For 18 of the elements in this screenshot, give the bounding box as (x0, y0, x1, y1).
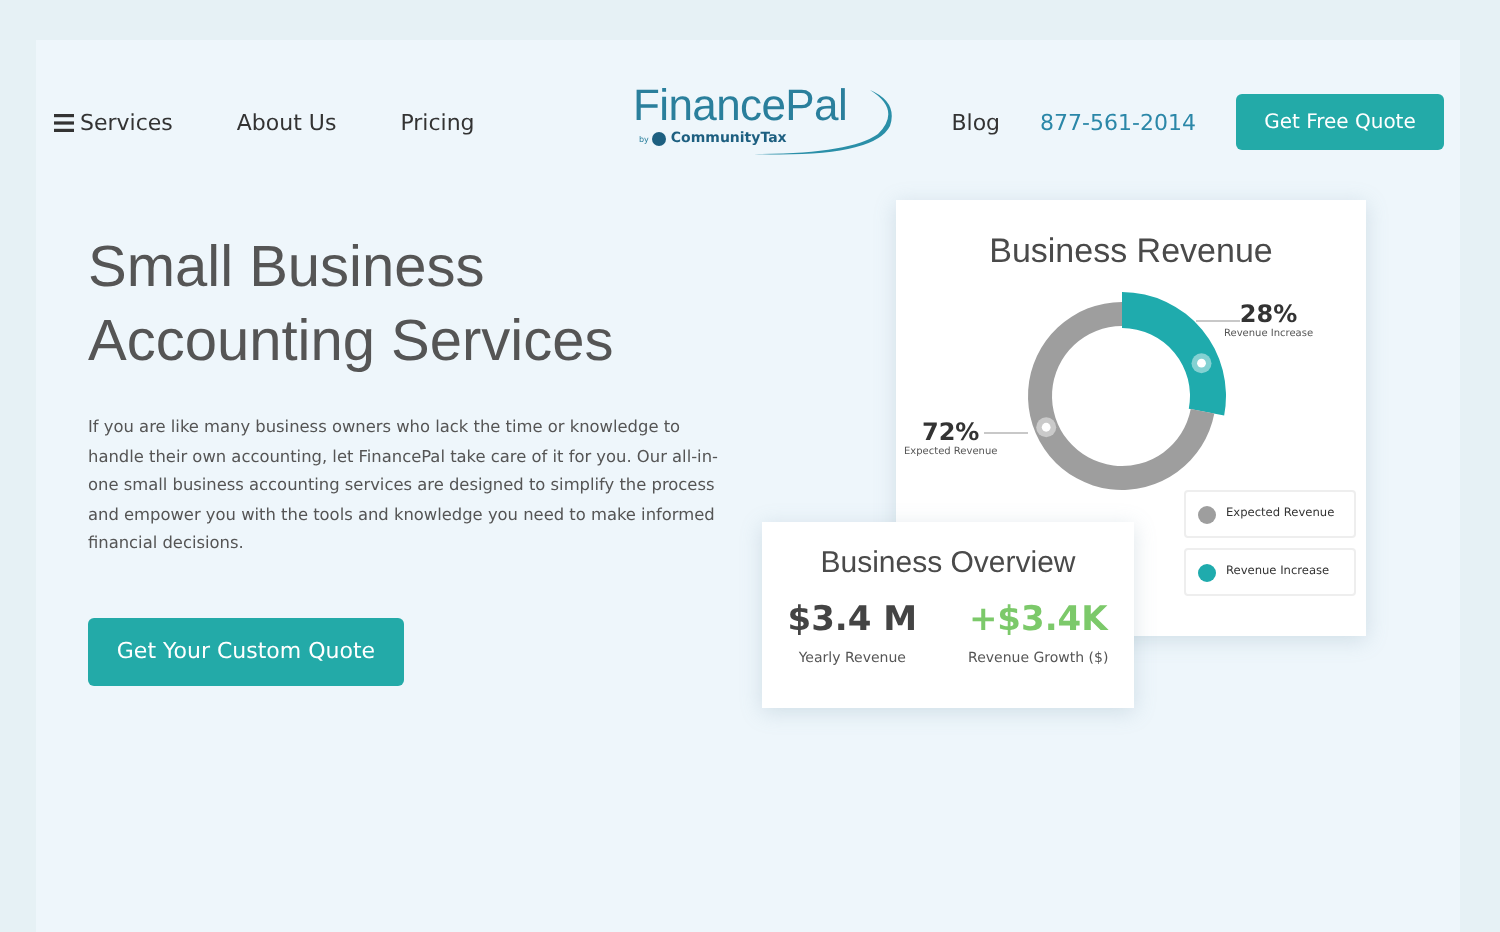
data-label: 28% (1239, 300, 1298, 328)
services-menu[interactable]: Services (54, 109, 173, 135)
menu-icon (54, 113, 74, 131)
card-title: Business Revenue (987, 232, 1275, 272)
marker-dot-icon (1036, 417, 1057, 438)
stat-value: $3.4 M (787, 600, 918, 640)
phone-link[interactable]: 877-561-2014 (1040, 109, 1196, 135)
nav-link[interactable]: Pricing (400, 109, 475, 135)
nav-link[interactable]: Blog (951, 109, 1001, 135)
stat-value: +$3.4K (968, 600, 1108, 640)
leader-line (1196, 320, 1240, 322)
marker-dot-icon (1191, 353, 1212, 374)
card-title: Business Overview (818, 546, 1078, 580)
nav-link[interactable]: About Us (236, 109, 337, 135)
hero-text: If you are like many business owners who lack the time or knowledge to handle their own accounting, let FinancePal take care of it for you. Our all-in-one small business accounting services are designed to simplify the process and empower you with the tools and knowledge you need to make informed financial decisions. (88, 414, 720, 556)
data-label: 72% (921, 418, 980, 446)
leader-line (984, 432, 1028, 434)
hero-title: Small Business Accounting Services (88, 234, 616, 378)
